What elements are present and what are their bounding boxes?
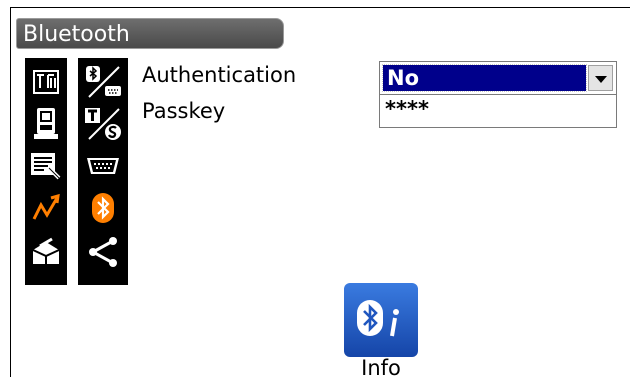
- bluetooth-rs232-icon[interactable]: [78, 62, 128, 102]
- screen-title: Bluetooth: [16, 18, 284, 49]
- info-button-label: Info: [361, 356, 401, 380]
- window-frame-top: [10, 7, 630, 8]
- chevron-down-icon: [594, 69, 607, 88]
- passkey-label: Passkey: [142, 99, 226, 123]
- serial-port-icon[interactable]: [78, 146, 128, 186]
- authentication-selected-value[interactable]: No: [382, 64, 587, 92]
- authentication-label: Authentication: [142, 63, 297, 87]
- setting-icon-column: [78, 58, 128, 285]
- dropdown-arrow-button[interactable]: [588, 65, 613, 91]
- bluetooth-info-icon: [355, 296, 407, 344]
- measure-tabs-icon[interactable]: [25, 62, 67, 102]
- box-icon[interactable]: [25, 232, 67, 272]
- passkey-field[interactable]: ****: [379, 95, 617, 128]
- info-button[interactable]: [344, 283, 418, 357]
- share-icon[interactable]: [78, 232, 128, 272]
- edit-data-icon[interactable]: [25, 146, 67, 186]
- mode-icon-column: [25, 58, 67, 285]
- authentication-select[interactable]: No: [379, 61, 617, 95]
- instrument-icon[interactable]: [25, 104, 67, 144]
- bluetooth-icon[interactable]: [78, 188, 128, 228]
- t-s-icon[interactable]: [78, 104, 128, 144]
- trend-icon[interactable]: [25, 188, 67, 228]
- window-frame-left: [10, 7, 11, 377]
